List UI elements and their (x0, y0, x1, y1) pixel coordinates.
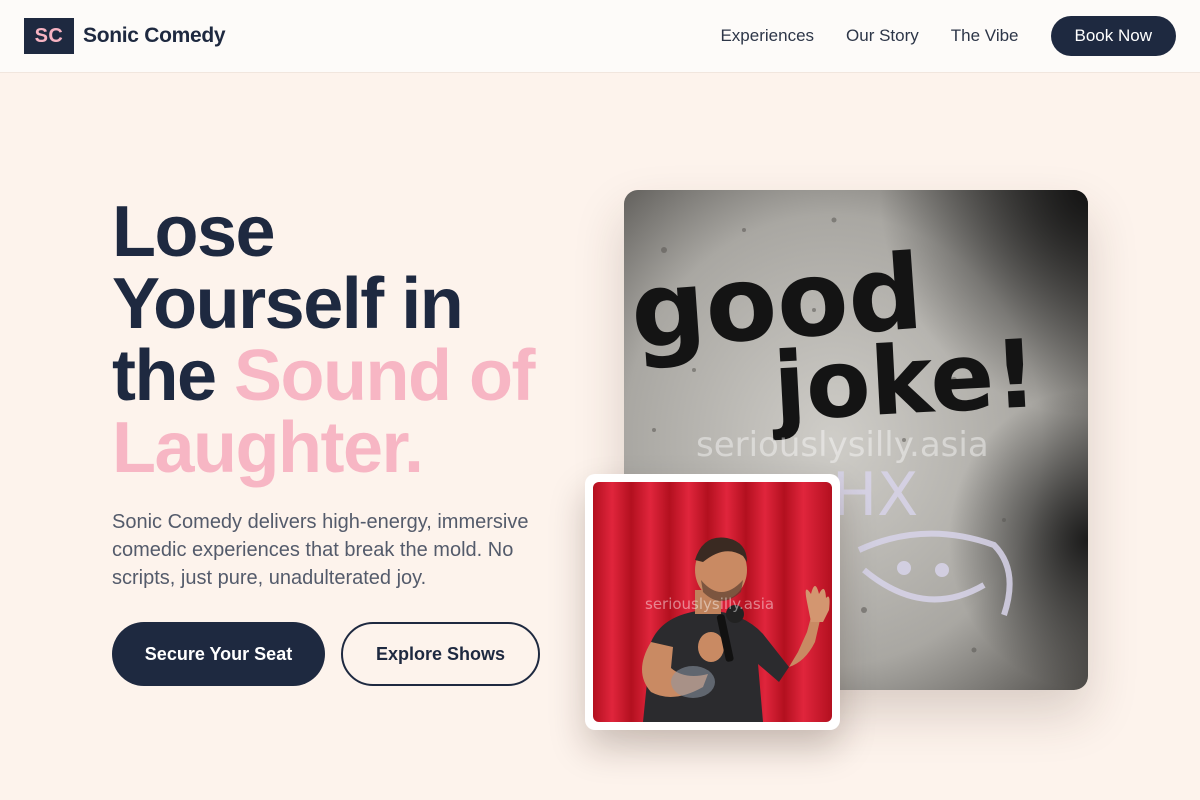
book-now-button[interactable]: Book Now (1050, 16, 1176, 56)
wall-watermark: seriouslysilly.asia (696, 425, 989, 465)
nav-link-experiences[interactable]: Experiences (720, 26, 814, 46)
brand[interactable]: SC Sonic Comedy (24, 18, 226, 54)
hero-title-line-1: Lose (112, 192, 276, 272)
hero-title-line-3: the (112, 336, 235, 416)
hero-title: Lose Yourself in the Sound of Laughter. (112, 196, 582, 484)
graffiti-hx: HX (832, 460, 918, 530)
hero-title-accent-2: Laughter. (112, 408, 424, 488)
explore-shows-button[interactable]: Explore Shows (341, 622, 540, 686)
hero-cta-group: Secure Your Seat Explore Shows (112, 622, 540, 686)
main-nav: Experiences Our Story The Vibe Book Now (720, 16, 1176, 56)
comedian-performer-image: seriouslysilly.asia (593, 482, 832, 722)
nav-link-the-vibe[interactable]: The Vibe (951, 26, 1019, 46)
brand-name: Sonic Comedy (83, 24, 226, 47)
secure-seat-button[interactable]: Secure Your Seat (112, 622, 325, 686)
hero-title-accent-1: Sound of (234, 336, 535, 416)
nav-link-our-story[interactable]: Our Story (846, 26, 919, 46)
performer-watermark: seriouslysilly.asia (645, 595, 774, 613)
site-header: SC Sonic Comedy Experiences Our Story Th… (0, 0, 1200, 73)
performer-photo-card: seriouslysilly.asia (585, 474, 840, 730)
hero-title-line-2: Yourself in (112, 264, 464, 344)
hero-description: Sonic Comedy delivers high-energy, immer… (112, 511, 529, 589)
brand-logo: SC (24, 18, 74, 54)
